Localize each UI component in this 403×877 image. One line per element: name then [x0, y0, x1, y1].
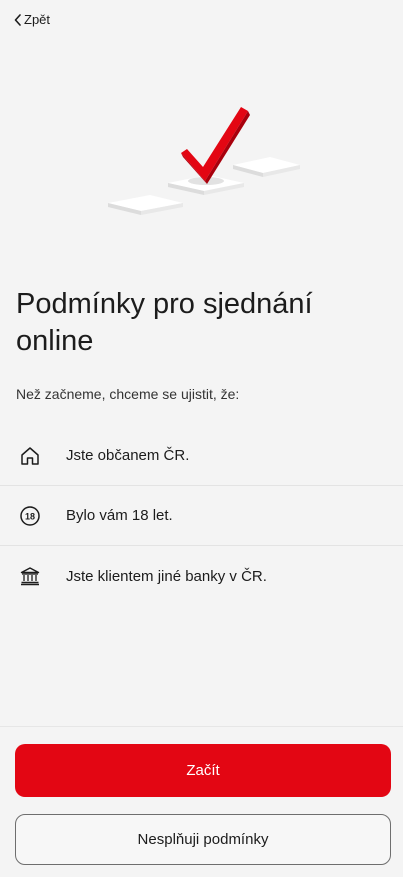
age-18-icon: 18: [18, 504, 42, 528]
condition-label: Jste občanem ČR.: [66, 447, 190, 464]
checkmark: [181, 107, 250, 184]
checkmark-illustration: [0, 95, 403, 235]
conditions-list: Jste občanem ČR. 18 Bylo vám 18 let. Jst…: [0, 426, 403, 606]
home-icon: [18, 444, 42, 468]
decline-button[interactable]: Nesplňuji podmínky: [15, 814, 391, 865]
condition-label: Bylo vám 18 let.: [66, 507, 173, 524]
back-label: Zpět: [24, 12, 51, 27]
condition-bank: Jste klientem jiné banky v ČR.: [0, 546, 403, 606]
chevron-left-icon: [14, 13, 22, 26]
condition-citizenship: Jste občanem ČR.: [0, 426, 403, 486]
page-title: Podmínky pro sjednání online: [16, 288, 313, 357]
start-button[interactable]: Začít: [15, 744, 391, 797]
page-subtitle: Než začneme, chceme se ujistit, že:: [16, 386, 240, 402]
tile-left: [108, 195, 183, 215]
age-18-text: 18: [25, 511, 35, 521]
divider: [0, 726, 403, 727]
tile-right: [233, 157, 300, 177]
bank-icon: [18, 564, 42, 588]
condition-age: 18 Bylo vám 18 let.: [0, 486, 403, 546]
condition-label: Jste klientem jiné banky v ČR.: [66, 567, 267, 585]
back-button[interactable]: Zpět: [14, 12, 50, 27]
